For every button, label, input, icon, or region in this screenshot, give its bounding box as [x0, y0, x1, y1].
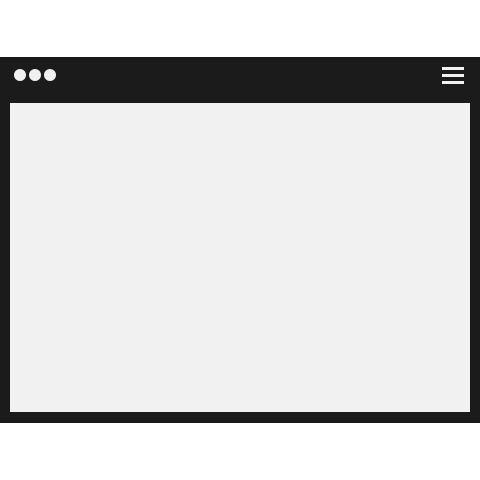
window-dot-icon[interactable] — [44, 69, 56, 81]
window-controls — [14, 69, 56, 81]
title-bar — [0, 57, 480, 103]
window-dot-icon[interactable] — [14, 69, 26, 81]
menu-line — [442, 67, 464, 70]
menu-line — [442, 81, 464, 84]
app-window — [0, 57, 480, 423]
hamburger-menu-icon[interactable] — [442, 67, 464, 85]
window-dot-icon[interactable] — [29, 69, 41, 81]
menu-line — [442, 74, 464, 77]
content-area — [10, 103, 470, 412]
